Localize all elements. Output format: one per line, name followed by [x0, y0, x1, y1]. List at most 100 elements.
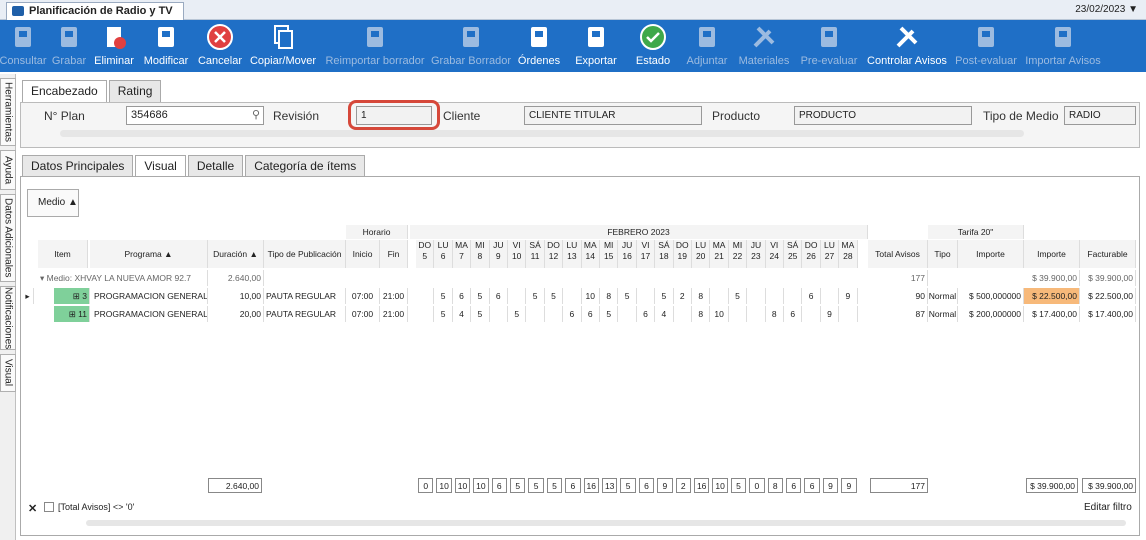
row-day-cell[interactable]: 6	[490, 288, 508, 304]
toolbar-órdenes-button[interactable]: Órdenes	[514, 20, 564, 72]
toolbar-controlar-avisos-button[interactable]: Controlar Avisos	[866, 20, 948, 72]
day-header-22[interactable]: MI 22	[728, 240, 748, 268]
window-tab[interactable]: Planificación de Radio y TV	[6, 2, 184, 20]
day-header-27[interactable]: LU 27	[820, 240, 840, 268]
row-item[interactable]: ⊞ 11	[54, 306, 90, 322]
plan-input[interactable]: 354686 ⚲	[126, 106, 264, 125]
col-importe-tarifa[interactable]: Importe	[958, 240, 1024, 268]
toolbar-pre-evaluar-button[interactable]: Pre-evaluar	[796, 20, 862, 72]
sidetab-datos-adicionales[interactable]: Datos Adicionales	[0, 194, 16, 282]
tab-rating[interactable]: Rating	[108, 80, 162, 102]
toolbar-adjuntar-button[interactable]: Adjuntar	[682, 20, 732, 72]
row-programa[interactable]: PROGRAMACION GENERAL	[92, 288, 208, 304]
toolbar-copiar-mover-button[interactable]: Copiar/Mover	[248, 20, 318, 72]
row-day-cell[interactable]	[821, 288, 840, 304]
row-fin[interactable]: 21:00	[380, 306, 408, 322]
row-day-cell[interactable]	[545, 306, 564, 322]
day-header-16[interactable]: JU 16	[618, 240, 637, 268]
toolbar-grabar-borrador-button[interactable]: Grabar Borrador	[431, 20, 511, 72]
toolbar-eliminar-button[interactable]: Eliminar	[92, 20, 136, 72]
sidetab-herramientas[interactable]: Herramientas	[0, 78, 16, 146]
row-day-cell[interactable]: 5	[526, 288, 545, 304]
row-day-cell[interactable]: 5	[729, 288, 748, 304]
day-header-8[interactable]: MI 8	[471, 240, 490, 268]
row-day-cell[interactable]	[802, 306, 821, 322]
col-importe[interactable]: Importe	[1024, 240, 1080, 268]
day-header-24[interactable]: VI 24	[765, 240, 784, 268]
col-programa[interactable]: Programa ▲	[90, 240, 208, 268]
day-header-6[interactable]: LU 6	[434, 240, 453, 268]
col-tipo[interactable]: Tipo	[928, 240, 958, 268]
row-day-cell[interactable]: 8	[766, 306, 784, 322]
day-header-23[interactable]: JU 23	[747, 240, 766, 268]
toolbar-modificar-button[interactable]: Modificar	[140, 20, 192, 72]
day-header-17[interactable]: VI 17	[636, 240, 656, 268]
row-total[interactable]: 90	[868, 288, 928, 304]
row-day-cell[interactable]	[490, 306, 508, 322]
col-facturable[interactable]: Facturable	[1080, 240, 1136, 268]
row-total[interactable]: 87	[868, 306, 928, 322]
day-header-26[interactable]: DO 26	[802, 240, 821, 268]
row-day-cell[interactable]: 6	[637, 306, 656, 322]
row-day-cell[interactable]: 4	[453, 306, 472, 322]
sidetab-visual[interactable]: Visual	[0, 354, 16, 392]
day-header-10[interactable]: VI 10	[508, 240, 527, 268]
col-duracion[interactable]: Duración ▲	[208, 240, 264, 268]
row-day-cell[interactable]: 6	[563, 306, 582, 322]
row-day-cell[interactable]: 10	[582, 288, 600, 304]
sidetab-ayuda[interactable]: Ayuda	[0, 150, 16, 190]
row-tipo-pub[interactable]: PAUTA REGULAR	[264, 306, 346, 322]
day-header-12[interactable]: DO 12	[544, 240, 564, 268]
row-day-cell[interactable]: 5	[434, 288, 453, 304]
row-inicio[interactable]: 07:00	[346, 306, 380, 322]
row-item[interactable]: ⊞ 3	[54, 288, 90, 304]
row-day-cell[interactable]	[563, 288, 582, 304]
row-importe-tarifa[interactable]: $ 500,000000	[958, 288, 1024, 304]
row-day-cell[interactable]	[766, 288, 784, 304]
row-day-cell[interactable]: 6	[784, 306, 803, 322]
row-day-cell[interactable]: 5	[655, 288, 674, 304]
row-day-cell[interactable]	[747, 288, 766, 304]
row-day-cell[interactable]	[508, 288, 527, 304]
row-importe[interactable]: $ 22.500,00	[1024, 288, 1080, 304]
toolbar-cancelar-button[interactable]: Cancelar	[196, 20, 244, 72]
row-day-cell[interactable]	[416, 306, 435, 322]
col-item[interactable]: Item	[38, 240, 88, 268]
tab-visual[interactable]: Visual	[135, 155, 186, 178]
row-tipo[interactable]: Normal	[928, 288, 958, 304]
row-day-cell[interactable]: 4	[655, 306, 674, 322]
row-fin[interactable]: 21:00	[380, 288, 408, 304]
row-duracion[interactable]: 10,00	[208, 288, 264, 304]
row-day-cell[interactable]: 5	[471, 306, 490, 322]
search-icon[interactable]: ⚲	[252, 107, 260, 124]
day-header-28[interactable]: MA 28	[839, 240, 858, 268]
col-fin[interactable]: Fin	[380, 240, 408, 268]
row-tipo[interactable]: Normal	[928, 306, 958, 322]
day-header-21[interactable]: MA 21	[710, 240, 729, 268]
day-header-18[interactable]: SÁ 18	[655, 240, 674, 268]
day-header-13[interactable]: LU 13	[563, 240, 582, 268]
row-facturable[interactable]: $ 17.400,00	[1080, 306, 1136, 322]
row-day-cell[interactable]: 5	[508, 306, 527, 322]
row-importe-tarifa[interactable]: $ 200,000000	[958, 306, 1024, 322]
tab-detalle[interactable]: Detalle	[187, 155, 244, 177]
row-day-cell[interactable]: 6	[582, 306, 600, 322]
row-day-cell[interactable]	[637, 288, 656, 304]
toolbar-estado-button[interactable]: Estado	[628, 20, 678, 72]
grid-scrollbar[interactable]	[86, 520, 1126, 526]
toolbar-importar-avisos-button[interactable]: Importar Avisos	[1024, 20, 1102, 72]
toolbar-post-evaluar-button[interactable]: Post-evaluar	[952, 20, 1020, 72]
sidetab-notificaciones[interactable]: Notificaciones	[0, 286, 16, 350]
day-header-5[interactable]: DO 5	[416, 240, 435, 268]
tab-encabezado[interactable]: Encabezado	[22, 80, 107, 103]
row-tipo-pub[interactable]: PAUTA REGULAR	[264, 288, 346, 304]
row-day-cell[interactable]: 8	[692, 288, 711, 304]
row-day-cell[interactable]	[784, 288, 803, 304]
row-day-cell[interactable]	[729, 306, 748, 322]
toolbar-grabar-button[interactable]: Grabar	[50, 20, 88, 72]
tab-datos-principales[interactable]: Datos Principales	[22, 155, 134, 177]
clear-filter-icon[interactable]: ✕	[28, 502, 37, 515]
tab-categoria-items[interactable]: Categoría de ítems	[245, 155, 366, 177]
row-facturable[interactable]: $ 22.500,00	[1080, 288, 1136, 304]
row-day-cell[interactable]	[839, 306, 858, 322]
